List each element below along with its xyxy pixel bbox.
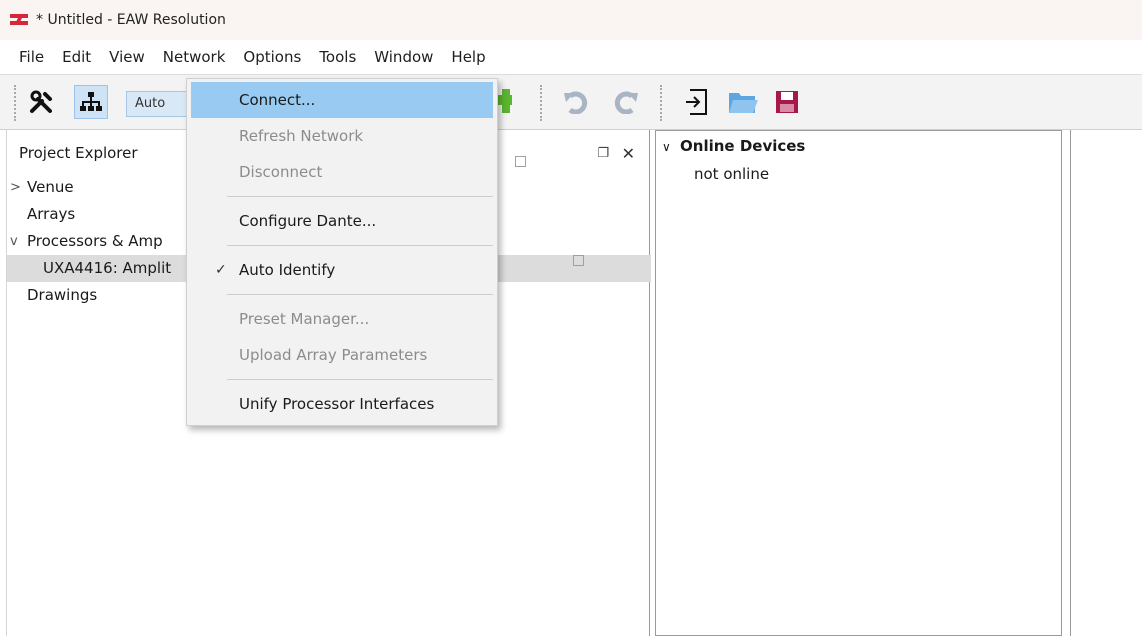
disk-icon bbox=[573, 255, 584, 266]
tree-item-label: UXA4416: Amplit bbox=[43, 259, 172, 277]
redo-icon[interactable] bbox=[608, 85, 642, 119]
menu-separator bbox=[227, 379, 493, 380]
menu-separator bbox=[227, 294, 493, 295]
menu-network[interactable]: Network bbox=[153, 42, 235, 72]
online-devices-header[interactable]: ∨ Online Devices bbox=[662, 137, 805, 155]
network-topology-icon[interactable] bbox=[74, 85, 108, 119]
menu-separator bbox=[227, 196, 493, 197]
toolbar: Auto bbox=[0, 74, 1142, 130]
menu-item-connect[interactable]: Connect... bbox=[191, 82, 493, 118]
menu-edit[interactable]: Edit bbox=[53, 42, 100, 72]
menu-item-disconnect[interactable]: Disconnect bbox=[187, 154, 497, 190]
network-menu-dropdown: Connect... Refresh Network Disconnect Co… bbox=[186, 78, 498, 426]
close-icon[interactable]: ✕ bbox=[622, 144, 635, 163]
menu-tools[interactable]: Tools bbox=[310, 42, 365, 72]
toolbar-grip[interactable] bbox=[660, 85, 664, 121]
tools-icon[interactable] bbox=[24, 85, 58, 119]
import-icon[interactable] bbox=[680, 85, 714, 119]
menu-item-unify-processor-interfaces[interactable]: Unify Processor Interfaces bbox=[187, 386, 497, 422]
menu-bar: File Edit View Network Options Tools Win… bbox=[0, 40, 1142, 74]
project-explorer-title: Project Explorer bbox=[19, 144, 138, 162]
disk-icon bbox=[515, 156, 526, 167]
checkmark-icon: ✓ bbox=[215, 262, 227, 278]
menu-separator bbox=[227, 245, 493, 246]
open-folder-icon[interactable] bbox=[726, 85, 760, 119]
window-title: * Untitled - EAW Resolution bbox=[36, 12, 226, 28]
auto-mode-select[interactable]: Auto bbox=[126, 91, 188, 117]
title-bar: * Untitled - EAW Resolution bbox=[0, 0, 1142, 40]
properties-panel bbox=[1070, 130, 1142, 636]
online-devices-panel: ∨ Online Devices not online bbox=[655, 130, 1062, 636]
tree-item-label: Arrays bbox=[27, 205, 76, 223]
chevron-right-icon[interactable]: > bbox=[10, 174, 21, 201]
chevron-down-icon[interactable]: v bbox=[10, 228, 18, 255]
menu-item-configure-dante[interactable]: Configure Dante... bbox=[187, 203, 497, 239]
toolbar-grip[interactable] bbox=[14, 85, 18, 121]
menu-item-auto-identify-label: Auto Identify bbox=[239, 261, 336, 279]
menu-window[interactable]: Window bbox=[365, 42, 442, 72]
menu-item-auto-identify[interactable]: ✓ Auto Identify bbox=[187, 252, 497, 288]
menu-item-upload-array-parameters[interactable]: Upload Array Parameters bbox=[187, 337, 497, 373]
app-logo-icon bbox=[10, 13, 28, 27]
menu-help[interactable]: Help bbox=[442, 42, 494, 72]
tree-item-label: Drawings bbox=[27, 286, 98, 304]
float-panel-icon[interactable]: ❐ bbox=[597, 146, 609, 161]
save-icon[interactable] bbox=[770, 85, 804, 119]
toolbar-grip[interactable] bbox=[540, 85, 544, 121]
menu-item-refresh-network[interactable]: Refresh Network bbox=[187, 118, 497, 154]
tree-item-label: Processors & Amp bbox=[27, 232, 163, 250]
chevron-down-icon[interactable]: ∨ bbox=[662, 140, 671, 154]
online-status-text: not online bbox=[694, 165, 770, 183]
menu-file[interactable]: File bbox=[10, 42, 53, 72]
undo-icon[interactable] bbox=[560, 85, 594, 119]
tree-item-label: Venue bbox=[27, 178, 74, 196]
menu-options[interactable]: Options bbox=[234, 42, 310, 72]
online-devices-title: Online Devices bbox=[680, 137, 806, 155]
menu-view[interactable]: View bbox=[100, 42, 154, 72]
menu-item-preset-manager[interactable]: Preset Manager... bbox=[187, 301, 497, 337]
